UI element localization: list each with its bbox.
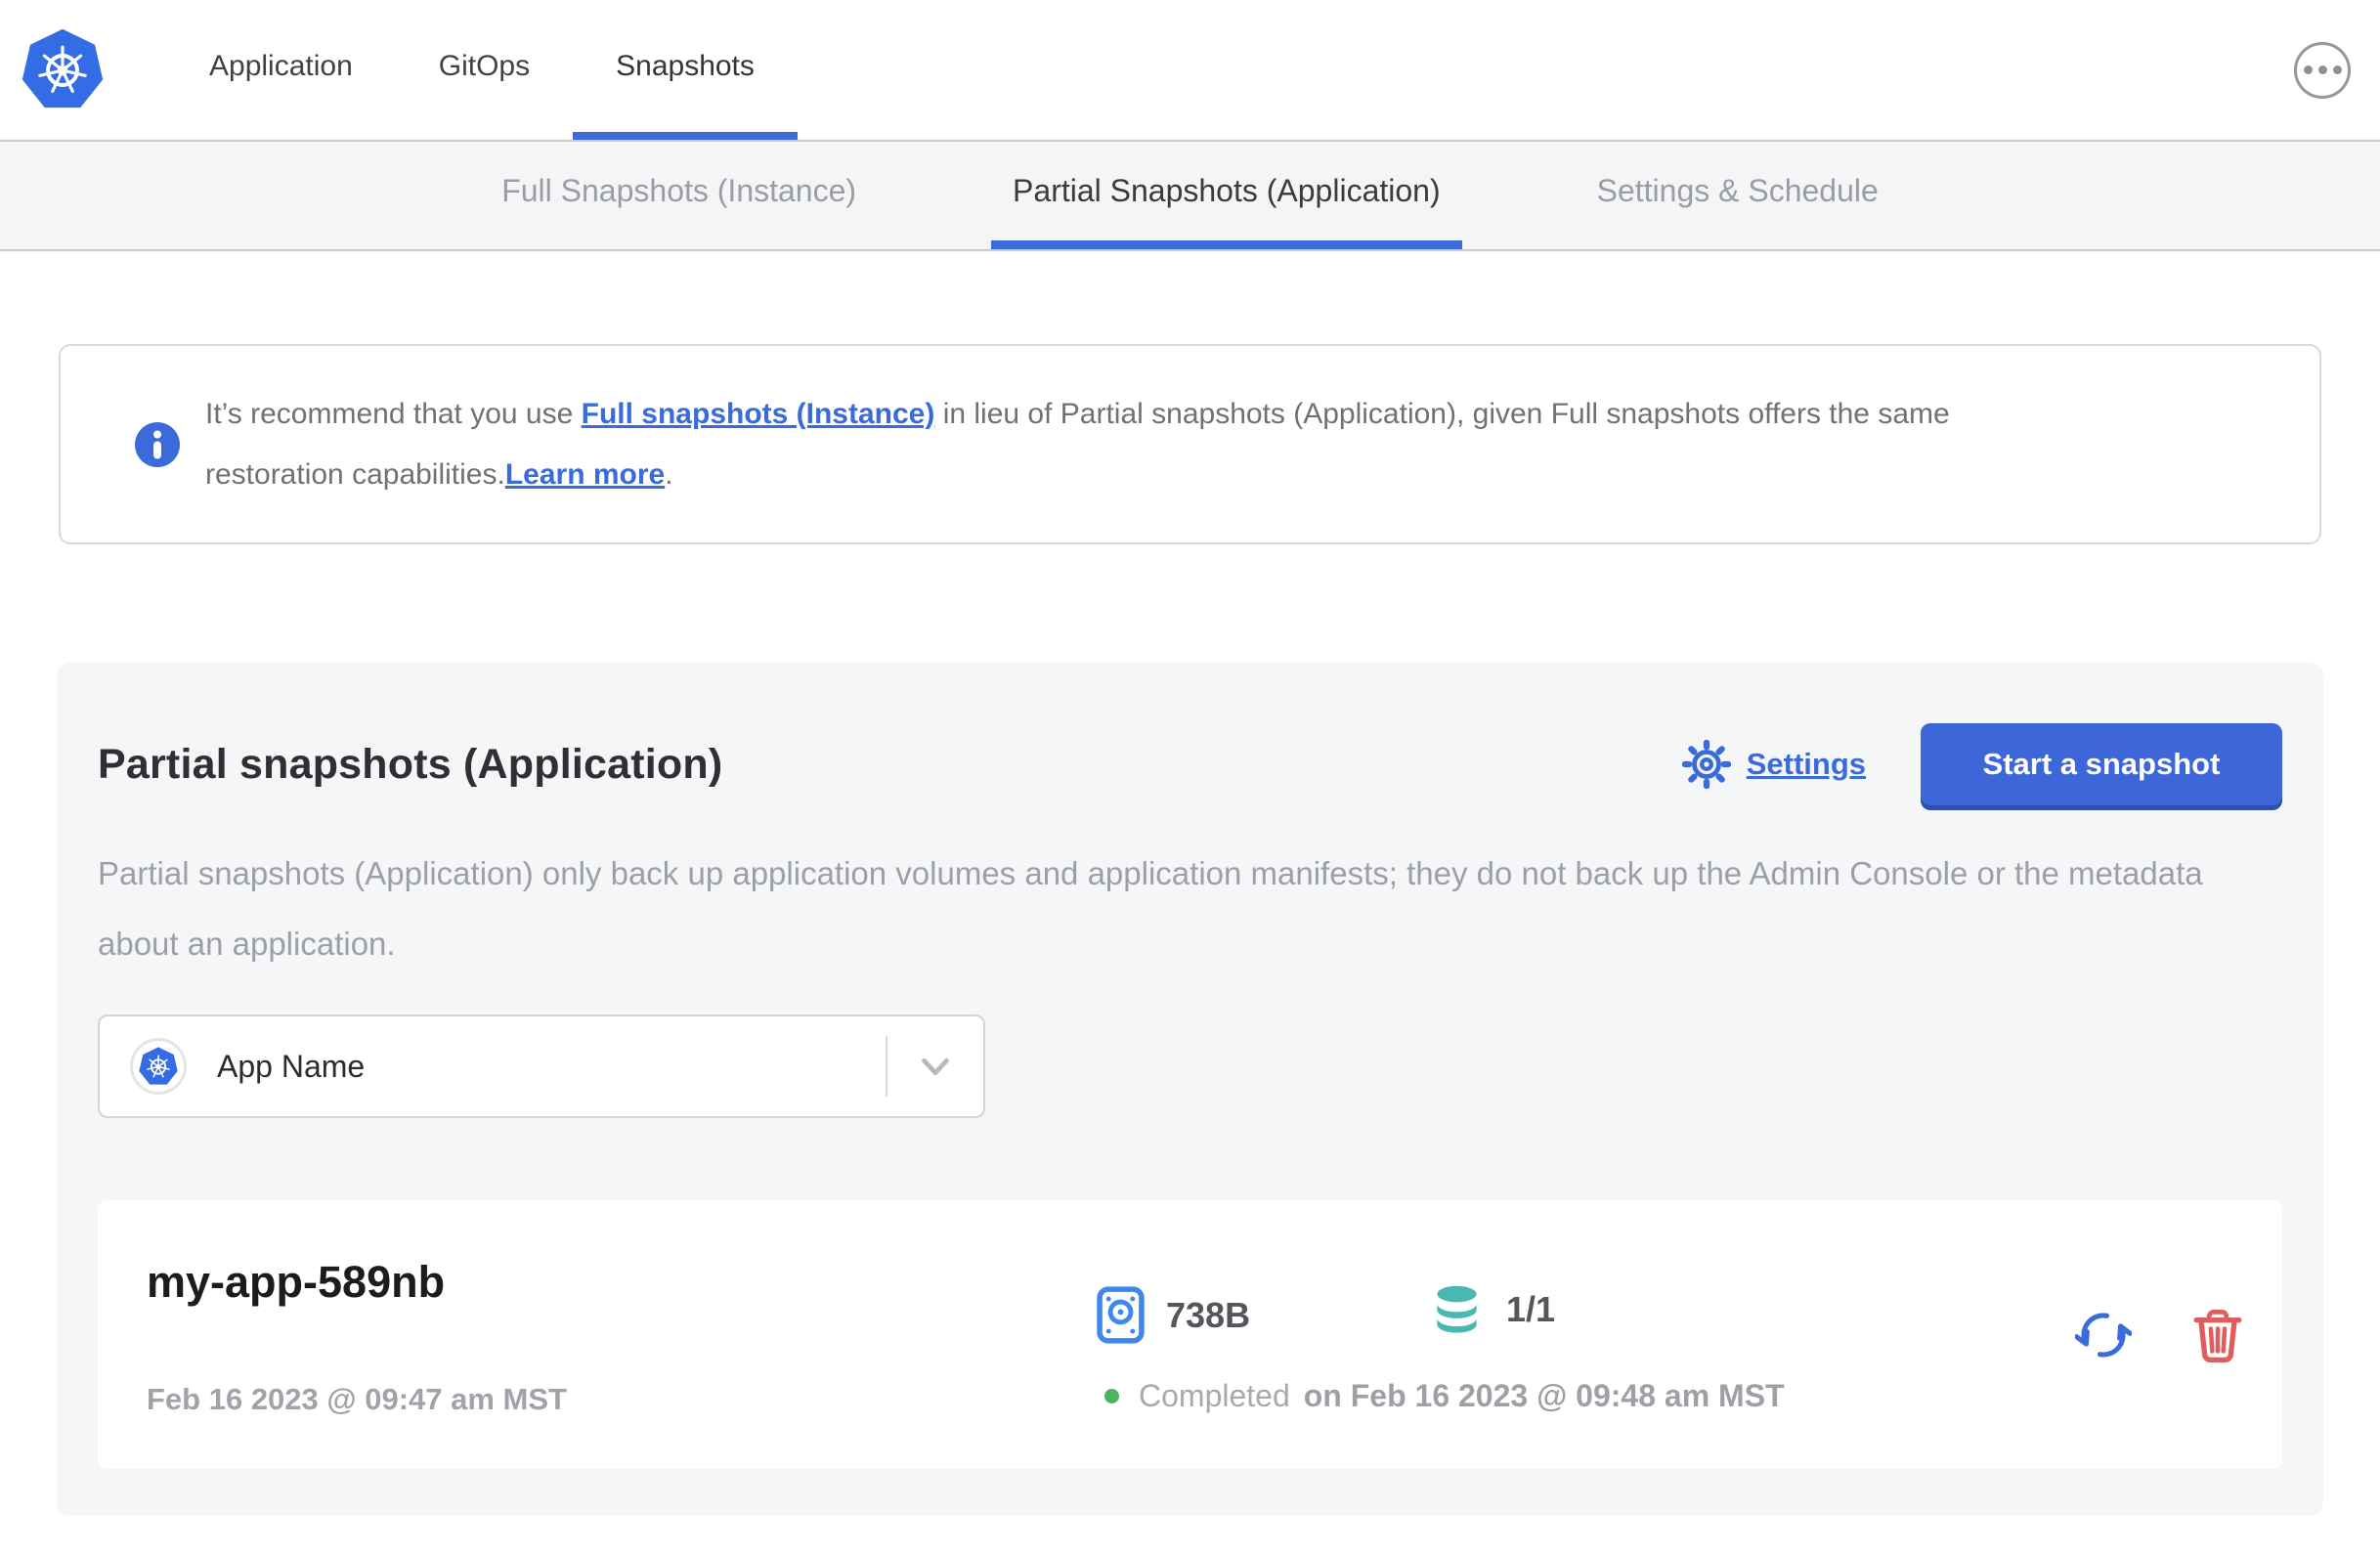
snapshot-actions [2075,1307,2243,1363]
snapshot-name: my-app-589nb [147,1257,446,1307]
delete-snapshot-button[interactable] [2192,1307,2243,1363]
snapshot-size-value: 738B [1166,1294,1251,1335]
database-icon [1437,1285,1477,1333]
status-completed-on: on Feb 16 2023 @ 09:48 am MST [1303,1378,1785,1413]
banner-text-part1: It’s recommend that you use [205,397,582,430]
learn-more-link[interactable]: Learn more [505,458,665,491]
snapshot-volumes: 1/1 [1429,1284,1555,1335]
app-name-value: App Name [217,1048,366,1084]
app-name-selector[interactable]: App Name [98,1014,985,1118]
info-banner: It’s recommend that you use Full snapsho… [59,344,2321,544]
status-label: Completed [1139,1378,1290,1413]
gear-icon [1681,740,1731,789]
info-icon [135,421,180,467]
panel-header: Partial snapshots (Application) Settings… [98,723,2282,805]
kubernetes-logo-icon [20,26,106,114]
snapshot-volumes-value: 1/1 [1506,1289,1556,1329]
trash-icon [2193,1309,2242,1362]
restore-snapshot-button[interactable] [2075,1307,2132,1363]
tab-settings-schedule[interactable]: Settings & Schedule [1576,142,1900,249]
primary-nav: Application GitOps Snapshots [166,0,798,140]
snapshot-row: my-app-589nb Feb 16 2023 @ 09:47 am MST … [98,1200,2282,1469]
snapshots-subnav: Full Snapshots (Instance) Partial Snapsh… [0,140,2380,251]
restore-icon [2075,1312,2132,1358]
nav-tab-gitops[interactable]: GitOps [396,0,573,140]
snapshot-started-date: Feb 16 2023 @ 09:47 am MST [147,1382,567,1416]
snapshot-size: 738B [1097,1286,1250,1344]
selector-divider [886,1036,887,1097]
nav-tab-snapshots[interactable]: Snapshots [573,0,798,140]
chevron-down-icon[interactable] [913,1044,958,1089]
nav-tab-application[interactable]: Application [166,0,396,140]
partial-snapshots-panel: Partial snapshots (Application) Settings… [57,663,2323,1516]
snapshot-status: Completed on Feb 16 2023 @ 09:48 am MST [1104,1378,1785,1414]
panel-description: Partial snapshots (Application) only bac… [98,855,2203,962]
tab-full-snapshots-instance[interactable]: Full Snapshots (Instance) [480,142,878,249]
tab-partial-snapshots-application[interactable]: Partial Snapshots (Application) [991,142,1462,249]
settings-link[interactable]: Settings [1681,740,1866,789]
snapshots-page: Application GitOps Snapshots Full Snapsh… [0,0,2380,1516]
app-header: Application GitOps Snapshots [0,0,2380,140]
panel-title: Partial snapshots (Application) [98,740,723,788]
app-logo-icon [133,1041,184,1092]
settings-label: Settings [1746,747,1866,781]
disk-icon [1097,1286,1145,1344]
banner-text: It’s recommend that you use Full snapsho… [205,384,1955,505]
start-snapshot-button[interactable]: Start a snapshot [1921,723,2282,805]
more-menu-button[interactable] [2294,41,2351,99]
status-dot-icon [1104,1389,1119,1403]
banner-text-part3: . [665,457,673,491]
ellipsis-icon [2303,65,2342,74]
full-snapshots-instance-link[interactable]: Full snapshots (Instance) [582,398,935,430]
